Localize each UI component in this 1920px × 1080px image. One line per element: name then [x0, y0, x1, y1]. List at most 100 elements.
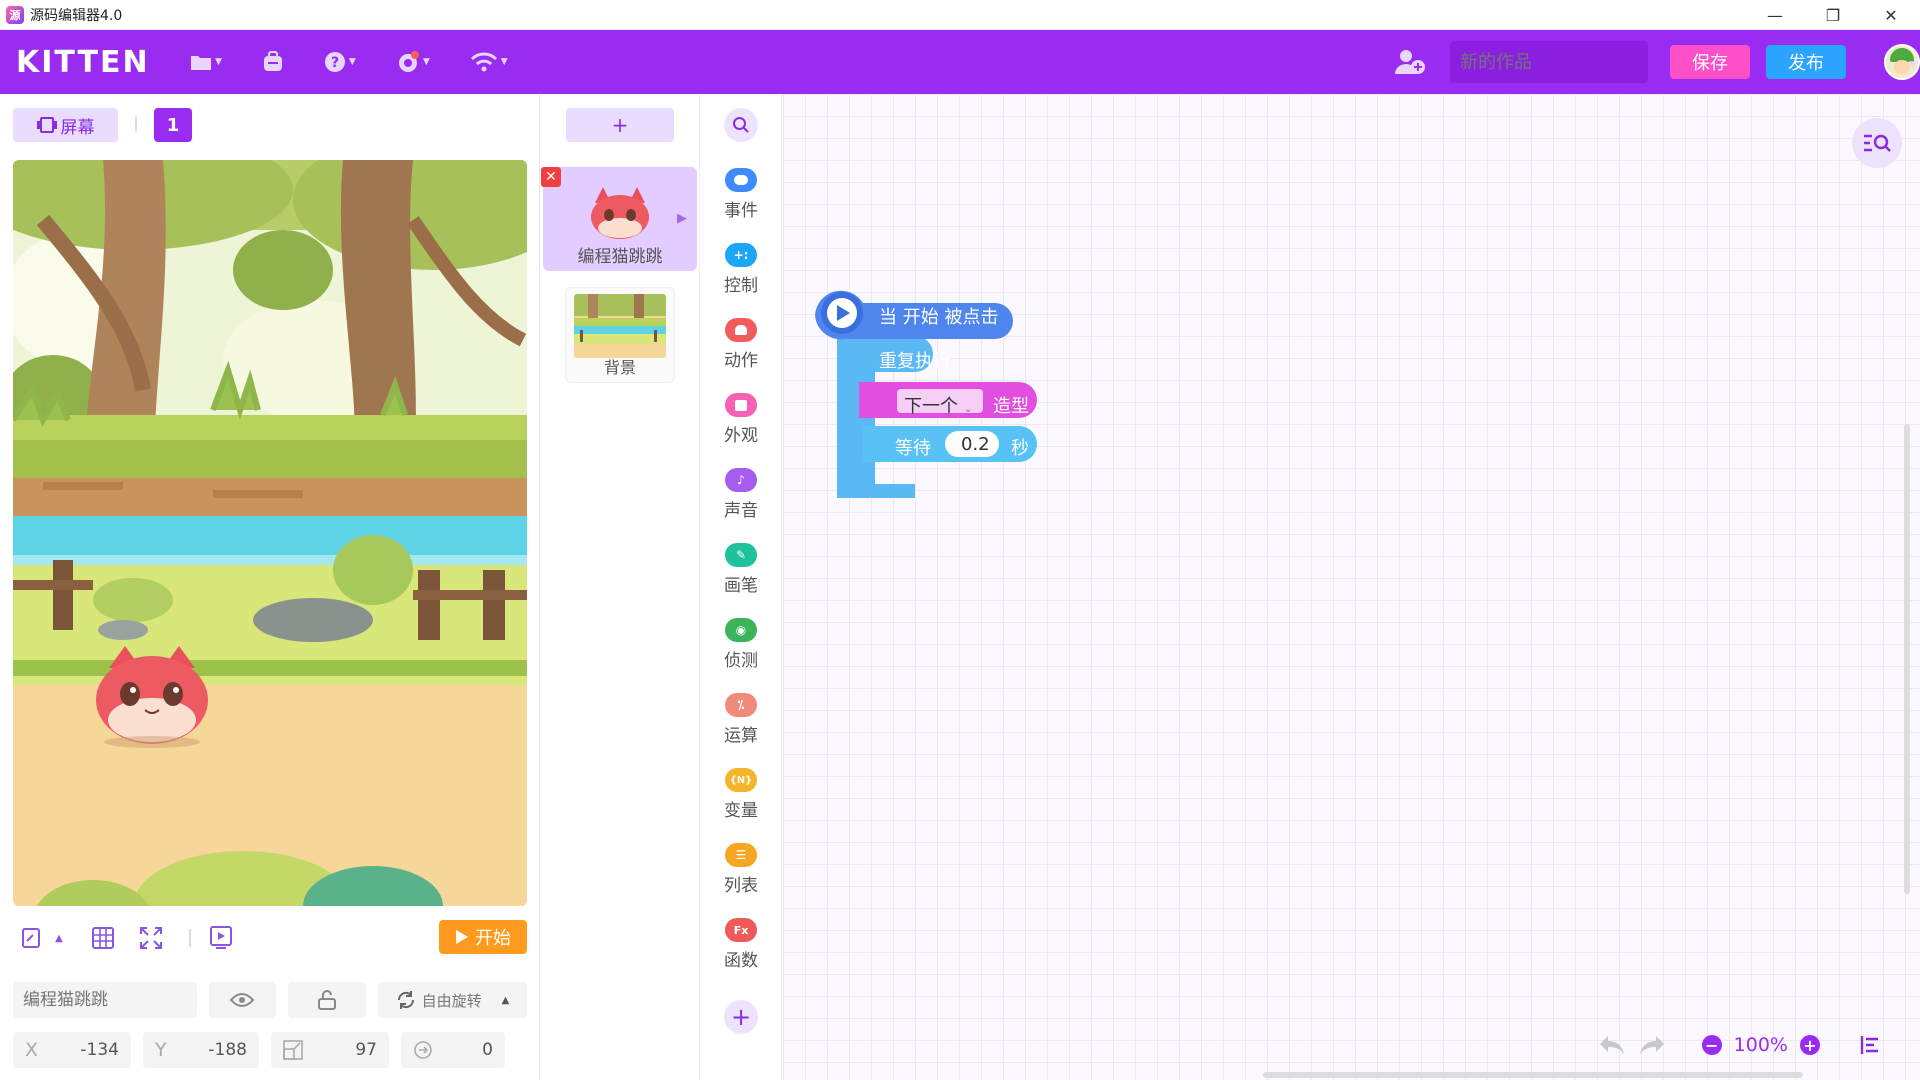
x-value: -134 [80, 1040, 119, 1060]
wait-value-input[interactable]: 0.2 [961, 434, 990, 455]
file-menu-button[interactable]: ▼ [190, 53, 222, 71]
category-motion[interactable]: 动作 [700, 318, 782, 371]
y-label: Y [155, 1039, 167, 1061]
sensing-icon: ◉ [725, 618, 757, 642]
screen-label: 屏幕 [60, 117, 95, 138]
delete-icon[interactable]: ✕ [541, 167, 561, 187]
x-label: X [25, 1039, 39, 1061]
sprite-properties: 自由旋转 ▲ X -134 Y -188 97 0 [13, 982, 527, 1080]
category-looks[interactable]: 外观 [700, 393, 782, 446]
script-stack[interactable]: 当 开始 被点击 重复执行 下一个 ⌄ 造型 等待 0.2 秒 [815, 288, 1055, 508]
visibility-toggle[interactable] [209, 982, 276, 1018]
work-title-input[interactable] [1450, 41, 1648, 83]
x-position-field[interactable]: X -134 [13, 1032, 131, 1068]
save-button[interactable]: 保存 [1670, 45, 1750, 79]
background-item[interactable]: 背景 [565, 287, 675, 383]
category-functions[interactable]: Fx 函数 [700, 918, 782, 971]
rotation-mode-select[interactable]: 自由旋转 ▲ [378, 982, 527, 1018]
network-menu-button[interactable]: ▼ [470, 51, 508, 73]
kitten-logo: KITTEN [16, 44, 150, 80]
rotate-icon [397, 991, 414, 1009]
direction-field[interactable]: 0 [401, 1032, 505, 1068]
chevron-right-icon[interactable]: ▶ [677, 211, 687, 226]
sprite-name-input[interactable] [13, 982, 197, 1018]
help-menu-button[interactable]: ? ▼ [324, 51, 356, 73]
chevron-down-icon[interactable]: ▼ [1909, 60, 1916, 70]
stage-background [13, 160, 527, 906]
window-titlebar: 源 源码编辑器4.0 — ❐ ✕ [0, 0, 1920, 30]
help-icon: ? [324, 52, 345, 72]
zoom-level: 100% [1733, 1034, 1788, 1056]
align-blocks-icon[interactable] [1860, 1035, 1880, 1055]
size-field[interactable]: 97 [271, 1032, 389, 1068]
zoom-in-button[interactable]: + [1800, 1035, 1820, 1055]
fullscreen-button[interactable] [127, 926, 175, 950]
when-start-clicked-block[interactable]: 当 开始 被点击 [879, 303, 998, 329]
add-extension-button[interactable]: + [724, 1000, 758, 1034]
restore-button[interactable]: ❐ [1804, 0, 1862, 30]
svg-text:?: ? [331, 55, 339, 71]
backpack-button[interactable] [262, 51, 284, 73]
horizontal-scrollbar[interactable] [1263, 1072, 1803, 1078]
play-icon [456, 930, 468, 944]
looks-icon [725, 393, 757, 417]
category-control[interactable]: +: 控制 [700, 243, 782, 296]
chevron-down-icon: ▼ [348, 57, 356, 67]
stage-panel: 屏幕 1 ▲ 开始 编程猫跳跳 自由旋转 ▲ X -134 Y -188 97 … [0, 94, 540, 1080]
screen-button[interactable]: 屏幕 [13, 108, 118, 142]
stage-size-button[interactable] [13, 927, 49, 949]
undo-icon[interactable] [1598, 1034, 1626, 1056]
start-button[interactable]: 开始 [439, 920, 527, 954]
wait-block[interactable]: 等待 [895, 434, 931, 460]
category-variables[interactable]: {N} 变量 [700, 768, 782, 821]
stage-canvas[interactable] [13, 160, 527, 906]
add-user-icon [1395, 50, 1425, 74]
preview-button[interactable] [205, 926, 237, 950]
costume-dropdown[interactable]: 下一个 ⌄ [904, 392, 972, 418]
window-title: 源码编辑器4.0 [30, 7, 123, 24]
wait-unit-label: 秒 [1011, 438, 1029, 459]
top-navbar: KITTEN ▼ ? ▼ ▼ ▼ 保存 发布 ▼ [0, 30, 1920, 94]
settings-icon [398, 51, 419, 72]
sprite-item[interactable]: ✕ ▶ 编程猫跳跳 [541, 167, 697, 271]
play-preview-icon [210, 926, 232, 949]
stage-toolbar: ▲ 开始 [13, 918, 527, 958]
category-operators[interactable]: ⁒ 运算 [700, 693, 782, 746]
category-sensing[interactable]: ◉ 侦测 [700, 618, 782, 671]
switch-costume-block[interactable]: 造型 [993, 392, 1029, 418]
add-sprite-button[interactable]: + [566, 108, 674, 142]
y-position-field[interactable]: Y -188 [143, 1032, 259, 1068]
redo-icon[interactable] [1638, 1034, 1666, 1056]
settings-menu-button[interactable]: ▼ [396, 50, 430, 74]
fullscreen-icon [140, 927, 162, 949]
category-pen[interactable]: ✎ 画笔 [700, 543, 782, 596]
screen-icon [36, 117, 57, 133]
code-workspace[interactable]: 当 开始 被点击 重复执行 下一个 ⌄ 造型 等待 0.2 秒 − 100% + [783, 94, 1920, 1080]
start-label: 开始 [475, 928, 511, 949]
grid-toggle-button[interactable] [79, 927, 127, 949]
wifi-icon [470, 52, 497, 72]
search-list-icon [1864, 134, 1891, 152]
grid-icon [92, 927, 114, 949]
block-search-button[interactable] [724, 108, 758, 142]
operators-icon: ⁒ [725, 693, 757, 717]
folder-icon [191, 56, 211, 70]
cat-thumbnail [591, 187, 649, 239]
screen-number-tab[interactable]: 1 [154, 108, 192, 142]
category-sound[interactable]: ♪ 声音 [700, 468, 782, 521]
lock-toggle[interactable] [287, 982, 367, 1018]
category-events[interactable]: 事件 [700, 168, 782, 221]
chevron-down-icon: ⌄ [964, 404, 973, 415]
minimize-button[interactable]: — [1746, 0, 1804, 30]
chevron-up-icon: ▲ [501, 994, 510, 1006]
zoom-out-button[interactable]: − [1701, 1035, 1722, 1055]
publish-button[interactable]: 发布 [1766, 45, 1846, 79]
vertical-scrollbar[interactable] [1904, 424, 1910, 894]
add-collaborator-button[interactable] [1392, 44, 1428, 80]
category-lists[interactable]: ☰ 列表 [700, 843, 782, 896]
close-button[interactable]: ✕ [1862, 0, 1920, 30]
size-value: 97 [355, 1040, 377, 1060]
workspace-search-button[interactable] [1852, 118, 1902, 168]
stage-size-caret[interactable]: ▲ [49, 933, 69, 944]
forever-block[interactable]: 重复执行 [879, 347, 951, 373]
